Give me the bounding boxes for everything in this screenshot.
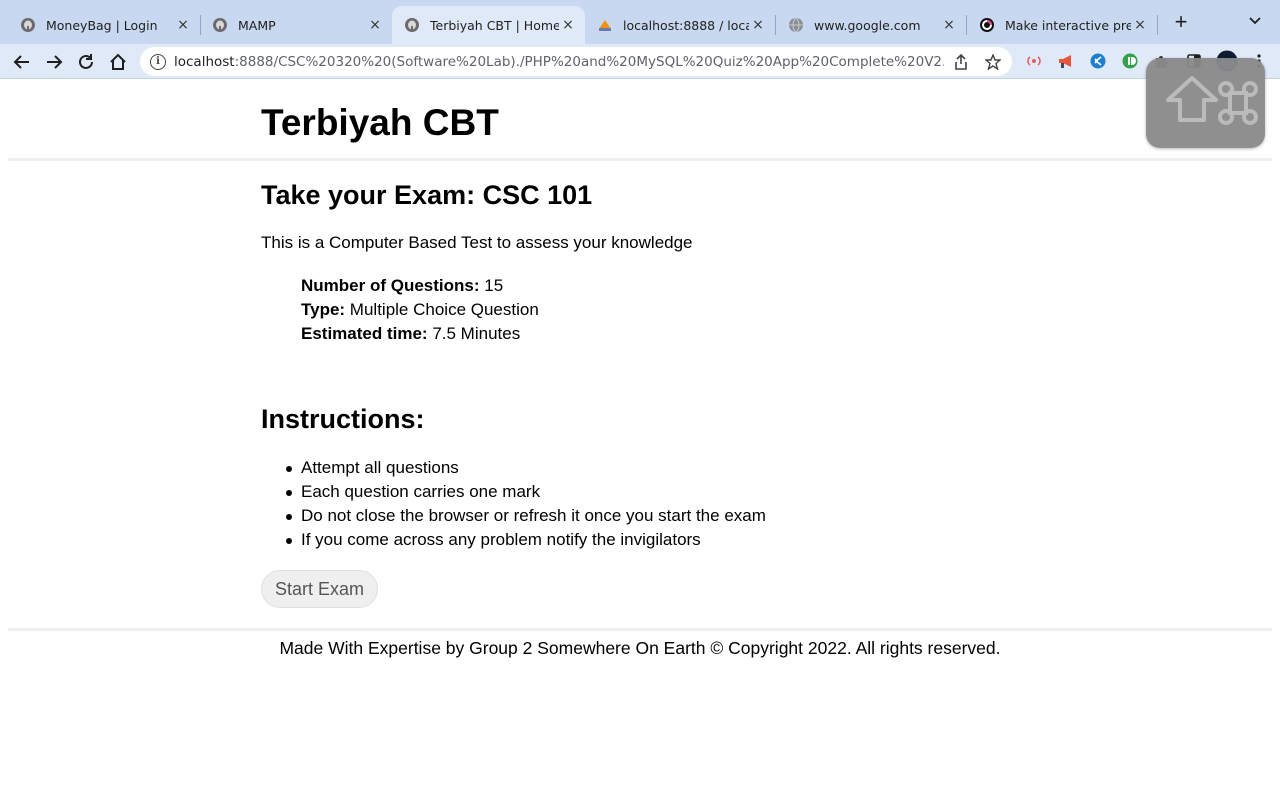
reload-button[interactable] xyxy=(74,50,98,74)
back-button[interactable] xyxy=(10,50,34,74)
green-extension-icon[interactable] xyxy=(1121,52,1139,70)
detail-value: Multiple Choice Question xyxy=(345,300,539,319)
instructions-heading: Instructions: xyxy=(261,404,425,434)
exam-details: Number of Questions: 15 Type: Multiple C… xyxy=(301,274,539,346)
elephant-icon xyxy=(212,17,228,33)
close-tab-icon[interactable]: × xyxy=(1131,17,1149,33)
home-icon xyxy=(110,53,126,70)
tab-interactive-presentations[interactable]: Make interactive prese × xyxy=(967,6,1157,44)
home-button[interactable] xyxy=(106,50,130,74)
page-content: Terbiyah CBT Take your Exam: CSC 101 Thi… xyxy=(0,80,1280,800)
detail-value: 15 xyxy=(479,276,504,295)
detail-label: Estimated time: xyxy=(301,324,428,343)
tab-phpmyadmin[interactable]: localhost:8888 / localh × xyxy=(585,6,775,44)
tab-mamp[interactable]: MAMP × xyxy=(200,6,392,44)
chevron-down-icon xyxy=(1249,17,1261,25)
tab-search-button[interactable] xyxy=(1248,14,1262,29)
forward-button[interactable] xyxy=(42,50,66,74)
share-icon[interactable] xyxy=(952,53,970,71)
tab-strip: MoneyBag | Login × MAMP × Terbiyah CBT |… xyxy=(0,0,1280,44)
instructions-list: Attempt all questions Each question carr… xyxy=(286,456,766,552)
tab-title: Terbiyah CBT | Home xyxy=(430,17,559,33)
detail-value: 7.5 Minutes xyxy=(427,324,521,343)
tab-title: MAMP xyxy=(238,17,276,33)
detail-label: Number of Questions: xyxy=(301,276,480,295)
detail-row-time: Estimated time: 7.5 Minutes xyxy=(301,322,539,346)
list-item: Each question carries one mark xyxy=(286,480,766,504)
footer-divider xyxy=(8,628,1272,631)
url-host: localhost xyxy=(174,53,235,70)
site-info-icon[interactable]: i xyxy=(150,53,166,70)
close-tab-icon[interactable]: × xyxy=(940,17,958,33)
tab-title: www.google.com xyxy=(814,17,921,33)
url-path: :8888/CSC%20320%20(Software%20Lab)./PHP%… xyxy=(234,53,944,70)
close-tab-icon[interactable]: × xyxy=(174,17,192,33)
tab-title: localhost:8888 / localh xyxy=(623,17,749,33)
reload-icon xyxy=(79,54,93,69)
start-exam-button[interactable]: Start Exam xyxy=(261,570,378,608)
new-tab-button[interactable]: + xyxy=(1170,11,1192,34)
detail-row-type: Type: Multiple Choice Question xyxy=(301,298,539,322)
address-bar[interactable]: i localhost:8888/CSC%20320%20(Software%2… xyxy=(140,47,1012,76)
browser-toolbar: i localhost:8888/CSC%20320%20(Software%2… xyxy=(0,44,1280,79)
close-tab-icon[interactable]: × xyxy=(749,17,767,33)
site-title: Terbiyah CBT xyxy=(261,102,499,143)
footer-copyright: Made With Expertise by Group 2 Somewhere… xyxy=(279,638,1001,658)
elephant-icon xyxy=(20,17,36,33)
tab-separator xyxy=(1157,15,1158,35)
list-item: Attempt all questions xyxy=(286,456,766,480)
close-tab-icon[interactable]: × xyxy=(559,17,577,33)
elephant-icon xyxy=(404,17,420,33)
detail-row-questions: Number of Questions: 15 xyxy=(301,274,539,298)
bookmark-star-icon[interactable] xyxy=(984,53,1002,71)
tab-terbiyah-home[interactable]: Terbiyah CBT | Home × xyxy=(392,6,585,44)
list-item: Do not close the browser or refresh it o… xyxy=(286,504,766,528)
tab-moneybag[interactable]: MoneyBag | Login × xyxy=(8,6,200,44)
header-divider xyxy=(8,158,1272,161)
back-arrow-icon xyxy=(13,55,29,69)
list-item: If you come across any problem notify th… xyxy=(286,528,766,552)
tab-google[interactable]: www.google.com × xyxy=(776,6,966,44)
exam-intro: This is a Computer Based Test to assess … xyxy=(261,233,693,252)
detail-label: Type: xyxy=(301,300,346,319)
forward-arrow-icon xyxy=(47,55,63,69)
phpmyadmin-icon xyxy=(597,17,613,33)
vscode-extension-icon[interactable] xyxy=(1089,52,1107,70)
app-icon xyxy=(979,17,995,33)
globe-icon xyxy=(788,17,804,33)
tab-title: MoneyBag | Login xyxy=(46,17,158,33)
broadcast-extension-icon[interactable] xyxy=(1025,52,1043,70)
url-text: localhost:8888/CSC%20320%20(Software%20L… xyxy=(174,54,944,70)
close-tab-icon[interactable]: × xyxy=(366,17,384,33)
exam-heading: Take your Exam: CSC 101 xyxy=(261,180,593,210)
megaphone-extension-icon[interactable] xyxy=(1057,52,1075,70)
tab-title: Make interactive prese xyxy=(1005,17,1131,33)
